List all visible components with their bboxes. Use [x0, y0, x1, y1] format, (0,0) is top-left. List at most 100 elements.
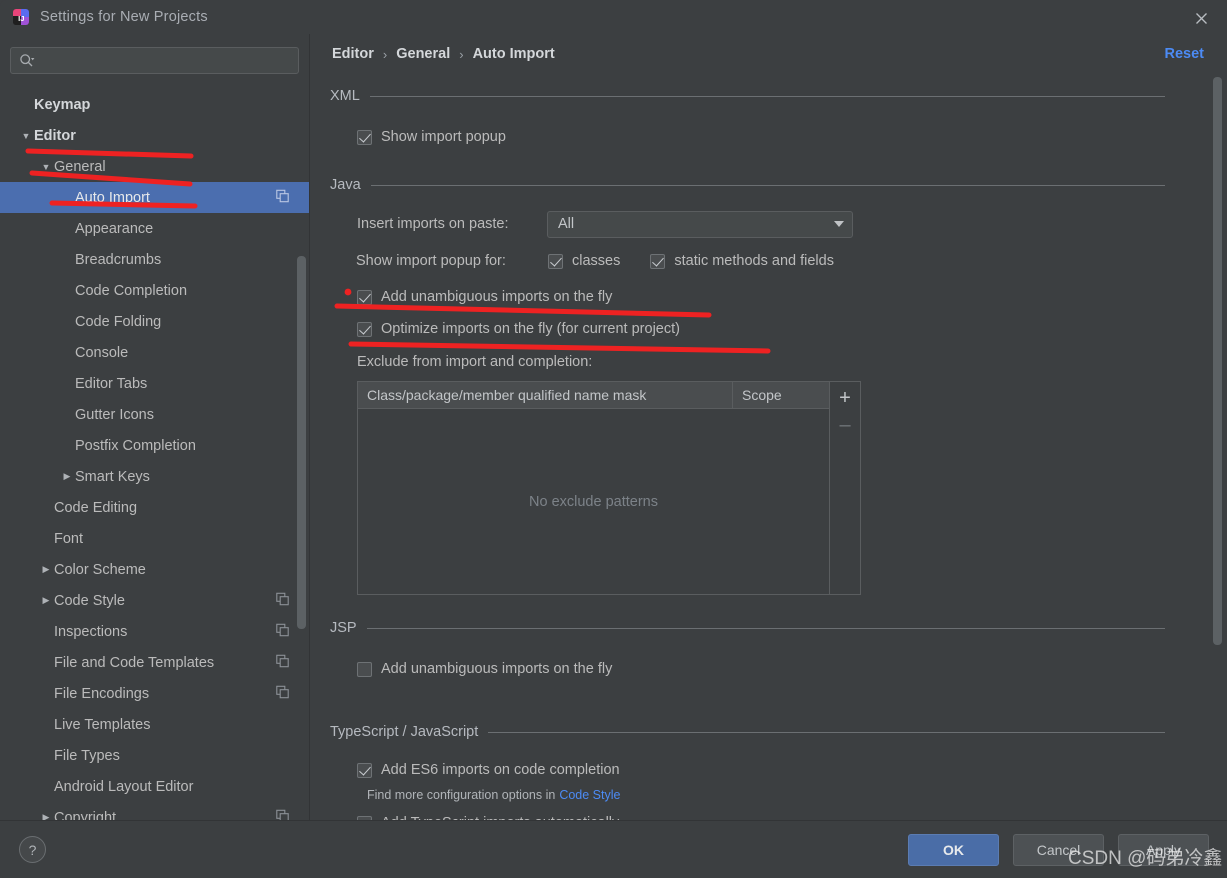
sidebar-item-file-types[interactable]: File Types: [0, 740, 309, 771]
jsp-add-unambiguous-row: Add unambiguous imports on the fly: [310, 655, 1227, 683]
sidebar-item-smart-keys[interactable]: ▶ Smart Keys: [0, 461, 309, 492]
classes-label[interactable]: classes: [572, 253, 620, 269]
sidebar-item-label: Editor: [34, 127, 76, 144]
optimize-imports-checkbox[interactable]: [357, 321, 372, 337]
apply-button[interactable]: Apply: [1118, 834, 1209, 866]
sidebar-scrollbar[interactable]: [297, 256, 306, 629]
es6-hint-text: Find more configuration options in: [367, 788, 556, 802]
sidebar-item-label: Smart Keys: [75, 468, 150, 485]
sidebar-item-color-scheme[interactable]: ▶ Color Scheme: [0, 554, 309, 585]
section-rule: [488, 731, 1165, 733]
sidebar-item-copyright[interactable]: ▶ Copyright: [0, 802, 309, 820]
remove-pattern-button[interactable]: –: [831, 411, 860, 438]
chevron-down-icon[interactable]: ▼: [18, 120, 34, 151]
show-import-popup-for-label: Show import popup for:: [356, 253, 506, 269]
column-header-scope[interactable]: Scope: [733, 382, 829, 408]
sidebar-item-android-layout-editor[interactable]: Android Layout Editor: [0, 771, 309, 802]
sidebar-item-label: Font: [54, 530, 84, 547]
breadcrumb-part-1[interactable]: General: [396, 46, 450, 62]
xml-show-import-popup-checkbox[interactable]: [357, 129, 372, 145]
chevron-right-icon[interactable]: ▶: [38, 802, 54, 820]
sidebar-item-keymap[interactable]: Keymap: [0, 89, 309, 120]
static-methods-label[interactable]: static methods and fields: [674, 253, 834, 269]
add-unambiguous-java-checkbox[interactable]: [357, 289, 372, 305]
optimize-imports-label[interactable]: Optimize imports on the fly (for current…: [381, 321, 680, 337]
sidebar-item-general[interactable]: ▼ General: [0, 151, 309, 182]
sidebar-item-label: Code Folding: [75, 313, 162, 330]
es6-imports-label[interactable]: Add ES6 imports on code completion: [381, 762, 620, 778]
xml-show-import-popup-label[interactable]: Show import popup: [381, 129, 506, 145]
ts-imports-row: Add TypeScript imports automatically: [310, 809, 1227, 820]
section-rule: [370, 184, 1165, 186]
xml-show-import-popup-row: Show import popup: [310, 123, 1227, 151]
sidebar-item-file-and-code-templates[interactable]: File and Code Templates: [0, 647, 309, 678]
es6-imports-row: Add ES6 imports on code completion: [310, 756, 1227, 784]
copy-icon[interactable]: [276, 592, 289, 609]
copy-icon[interactable]: [276, 623, 289, 640]
sidebar-item-label: Editor Tabs: [75, 375, 148, 392]
sidebar-item-appearance[interactable]: Appearance: [0, 213, 309, 244]
content-scrollbar[interactable]: [1213, 77, 1222, 645]
chevron-right-icon[interactable]: ▶: [38, 585, 54, 616]
breadcrumb-separator: ›: [382, 46, 388, 62]
sidebar-item-code-folding[interactable]: Code Folding: [0, 306, 309, 337]
jsp-add-unambiguous-label[interactable]: Add unambiguous imports on the fly: [381, 661, 612, 677]
sidebar-item-console[interactable]: Console: [0, 337, 309, 368]
sidebar-item-code-completion[interactable]: Code Completion: [0, 275, 309, 306]
copy-icon[interactable]: [276, 654, 289, 671]
close-icon[interactable]: [1189, 6, 1213, 30]
sidebar-item-font[interactable]: Font: [0, 523, 309, 554]
sidebar-item-gutter-icons[interactable]: Gutter Icons: [0, 399, 309, 430]
exclude-table-body: Class/package/member qualified name mask…: [358, 382, 829, 594]
sidebar-item-auto-import[interactable]: Auto Import: [0, 182, 309, 213]
jsp-add-unambiguous-checkbox[interactable]: [357, 661, 372, 677]
es6-code-style-link[interactable]: Code Style: [559, 788, 620, 802]
search-input[interactable]: [35, 53, 298, 68]
sidebar-item-label: Live Templates: [54, 716, 151, 733]
sidebar-item-label: Appearance: [75, 220, 154, 237]
search-box[interactable]: [10, 47, 299, 74]
column-header-name-mask[interactable]: Class/package/member qualified name mask: [358, 382, 733, 408]
sidebar-item-file-encodings[interactable]: File Encodings: [0, 678, 309, 709]
cancel-button[interactable]: Cancel: [1013, 834, 1104, 866]
sidebar-item-code-style[interactable]: ▶ Code Style: [0, 585, 309, 616]
static-methods-checkbox[interactable]: [650, 253, 666, 269]
settings-tree: Keymap ▼ Editor ▼ General Auto Import Appearan…: [0, 89, 309, 820]
sidebar-item-code-editing[interactable]: Code Editing: [0, 492, 309, 523]
sidebar-item-label: Code Completion: [75, 282, 188, 299]
sidebar-item-editor-tabs[interactable]: Editor Tabs: [0, 368, 309, 399]
chevron-right-icon[interactable]: ▶: [38, 554, 54, 585]
add-unambiguous-java-label[interactable]: Add unambiguous imports on the fly: [381, 289, 612, 305]
exclude-from-import-label: Exclude from import and completion:: [357, 354, 593, 370]
reset-link[interactable]: Reset: [1165, 46, 1205, 62]
insert-imports-label: Insert imports on paste:: [357, 216, 509, 232]
sidebar-item-inspections[interactable]: Inspections: [0, 616, 309, 647]
section-rule: [366, 627, 1165, 629]
add-pattern-button[interactable]: +: [831, 384, 860, 411]
chevron-down-icon[interactable]: ▼: [38, 151, 54, 182]
sidebar-item-postfix-completion[interactable]: Postfix Completion: [0, 430, 309, 461]
section-jsp-title: JSP: [330, 620, 357, 636]
ok-button[interactable]: OK: [908, 834, 999, 866]
copy-icon[interactable]: [276, 685, 289, 702]
exclude-label-row: Exclude from import and completion:: [310, 348, 1227, 376]
breadcrumb-part-0[interactable]: Editor: [332, 46, 374, 62]
sidebar-item-breadcrumbs[interactable]: Breadcrumbs: [0, 244, 309, 275]
classes-checkbox[interactable]: [548, 253, 563, 269]
chevron-right-icon[interactable]: ▶: [59, 461, 75, 492]
help-button[interactable]: ?: [19, 836, 46, 863]
insert-imports-dropdown[interactable]: All: [547, 210, 853, 238]
settings-content: XML Show import popup Java Insert import…: [310, 80, 1227, 820]
sidebar-item-live-templates[interactable]: Live Templates: [0, 709, 309, 740]
copy-icon[interactable]: [276, 189, 289, 206]
copy-icon[interactable]: [276, 809, 289, 820]
sidebar-item-editor[interactable]: ▼ Editor: [0, 120, 309, 151]
es6-imports-checkbox[interactable]: [357, 762, 372, 778]
